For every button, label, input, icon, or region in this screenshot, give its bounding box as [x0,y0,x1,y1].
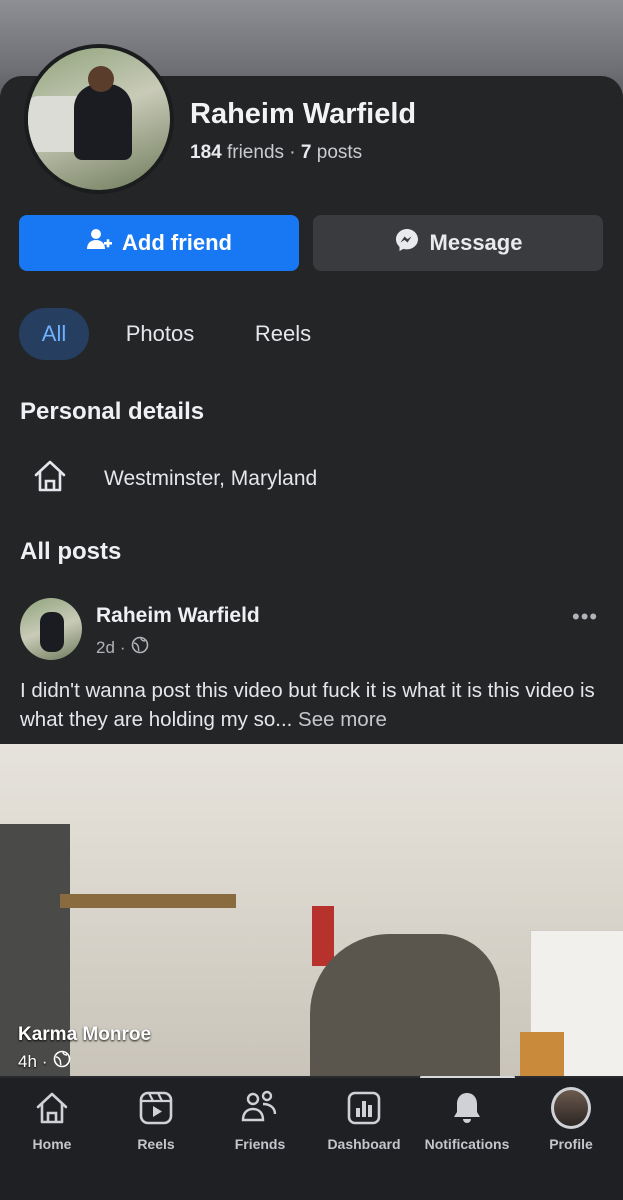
video-person [310,934,500,1076]
home-icon [32,1088,72,1128]
add-friend-label: Add friend [122,230,232,255]
nav-notifications[interactable]: Notifications [415,1088,519,1178]
post-body: I didn't wanna post this video but fuck … [20,676,610,734]
overlay-time-text: 4h [18,1051,37,1071]
video-red-tool [312,906,334,966]
profile-stats: 184 friends · 7 posts [190,142,362,164]
see-more-link[interactable]: See more [298,708,387,731]
post-time-separator: · [119,637,126,657]
location-text: Westminster, Maryland [104,466,318,490]
home-icon [32,458,68,499]
messenger-icon [394,227,420,259]
globe-icon [131,636,149,659]
friends-icon [240,1088,280,1128]
nav-dashboard[interactable]: Dashboard [312,1088,416,1178]
post-time-text: 2d [96,637,115,657]
nav-dashboard-label: Dashboard [327,1136,401,1152]
more-dots-icon[interactable]: ••• [572,604,598,630]
post-timestamp: 2d · [96,636,149,659]
profile-icon-wrapper [551,1087,591,1129]
message-label: Message [429,230,523,255]
avatar-person [74,84,132,160]
posts-count: 7 [300,142,312,163]
avatar-head [88,66,114,92]
nav-profile-label: Profile [549,1136,593,1152]
nav-home[interactable]: Home [0,1088,104,1178]
reels-icon [136,1088,176,1128]
profile-avatar-icon [551,1087,591,1129]
add-friend-icon [86,227,112,259]
bell-icon [447,1088,487,1128]
location-row: Westminster, Maryland [32,458,317,499]
add-friend-button[interactable]: Add friend [19,215,299,271]
profile-avatar[interactable] [24,44,174,194]
profile-name: Raheim Warfield [190,98,417,130]
nav-home-label: Home [32,1136,72,1152]
overlay-timestamp: 4h · [18,1050,71,1073]
tab-photos[interactable]: Photos [108,308,212,360]
stats-separator: · [289,142,296,163]
friends-label[interactable]: friends [227,142,284,163]
nav-friends[interactable]: Friends [208,1088,312,1178]
globe-icon [53,1050,71,1073]
tab-reels[interactable]: Reels [238,308,328,360]
video-box [520,1032,564,1076]
bottom-nav: Home Reels Friends Dashboard Notificatio… [0,1078,623,1200]
personal-details-heading: Personal details [20,398,205,425]
overlay-author-name[interactable]: Karma Monroe [18,1024,151,1046]
post-author-name[interactable]: Raheim Warfield [96,604,260,628]
nav-reels[interactable]: Reels [104,1088,208,1178]
overlay-time-separator: · [41,1051,48,1071]
nav-reels-label: Reels [137,1136,175,1152]
post-avatar-person [40,612,64,652]
video-shelf [60,894,236,908]
all-posts-heading: All posts [20,538,122,565]
nav-notifications-label: Notifications [424,1136,510,1152]
message-button[interactable]: Message [313,215,603,271]
friends-count[interactable]: 184 [190,142,222,163]
nav-profile[interactable]: Profile [519,1087,623,1178]
tab-all[interactable]: All [19,308,89,360]
post-author-avatar[interactable] [20,598,82,660]
nav-friends-label: Friends [234,1136,286,1152]
dashboard-icon [344,1088,384,1128]
posts-label: posts [316,142,363,163]
